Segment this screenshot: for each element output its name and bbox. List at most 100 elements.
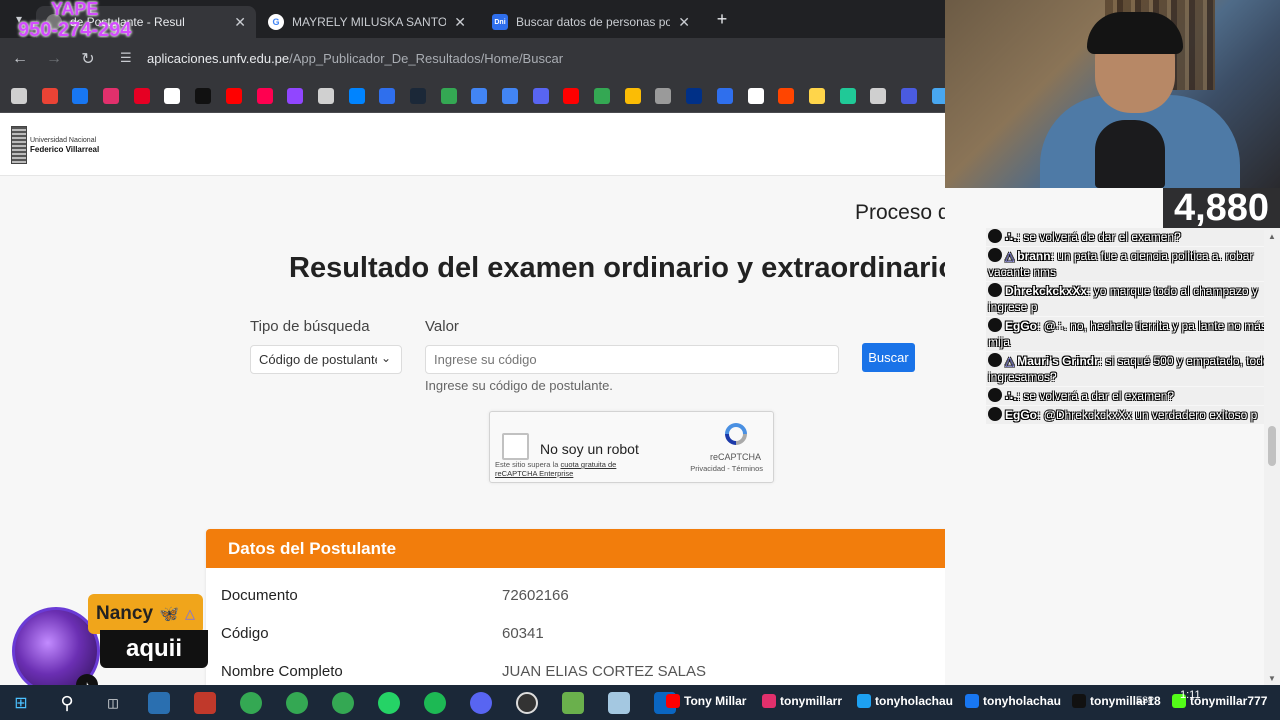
code-input[interactable] xyxy=(425,345,839,374)
close-tab-icon[interactable]: ✕ xyxy=(454,14,466,31)
bookmark-icon[interactable] xyxy=(716,88,733,104)
forward-arrow-icon[interactable]: → xyxy=(44,49,64,69)
bookmark-icon[interactable] xyxy=(256,88,273,104)
university-logo[interactable]: Universidad Nacional Federico Villarreal xyxy=(11,126,99,164)
bookmark-icon[interactable] xyxy=(563,88,580,104)
tiktok-icon xyxy=(988,353,1002,367)
recaptcha-notice-text: Este sitio supera la xyxy=(495,460,559,469)
voicemeeter-icon[interactable] xyxy=(194,692,216,714)
reload-icon[interactable]: ↻ xyxy=(78,49,98,69)
chat-username: ∴. xyxy=(1005,230,1017,244)
recaptcha-notice: Este sitio supera la cuota gratuita de r… xyxy=(495,460,645,478)
bookmark-icon[interactable] xyxy=(471,88,488,104)
row-value: JUAN ELIAS CORTEZ SALAS xyxy=(502,663,706,680)
bookmark-icon[interactable] xyxy=(195,88,212,104)
close-tab-icon[interactable]: ✕ xyxy=(678,14,690,31)
spotify-icon[interactable] xyxy=(424,692,446,714)
row-value: 60341 xyxy=(502,625,544,642)
app-icon[interactable] xyxy=(148,692,170,714)
bookmark-icon[interactable] xyxy=(287,88,304,104)
tiktok-icon xyxy=(988,229,1002,243)
scroll-up-icon[interactable]: ▲ xyxy=(1268,232,1276,241)
alert-message: aquii xyxy=(100,630,208,668)
viewer-counter: 4,880 xyxy=(1163,188,1280,228)
bookmark-icon[interactable] xyxy=(225,88,242,104)
search-icon[interactable]: ⚲ xyxy=(56,692,78,714)
back-arrow-icon[interactable]: ← xyxy=(10,49,30,69)
windows-start-icon[interactable]: ⊞ xyxy=(10,692,32,714)
url-field[interactable]: aplicaciones.unfv.edu.pe/App_Publicador_… xyxy=(147,51,563,66)
obs-icon[interactable] xyxy=(516,692,538,714)
bookmark-icon[interactable] xyxy=(103,88,120,104)
social-handle-text: tonyholachau xyxy=(983,694,1062,708)
url-path: /App_Publicador_De_Resultados/Home/Busca… xyxy=(289,51,564,66)
bookmark-icon[interactable] xyxy=(686,88,703,104)
bookmark-icon[interactable] xyxy=(41,88,58,104)
bookmark-icon[interactable] xyxy=(133,88,150,104)
bookmark-icon[interactable] xyxy=(348,88,365,104)
language-indicator[interactable]: ESP xyxy=(1136,695,1154,705)
social-handle-text: tonymillar777 xyxy=(1190,694,1268,708)
system-clock[interactable]: 1:11 xyxy=(1180,689,1201,701)
page-scrollbar[interactable]: ▲ ▼ xyxy=(1264,230,1280,685)
search-type-select[interactable]: Código de postulante ⌄ xyxy=(250,345,402,374)
bookmark-icon[interactable] xyxy=(624,88,641,104)
chat-message: △ brann: un pata fue a ciencia politica a… xyxy=(986,247,1280,281)
bookmark-icon[interactable] xyxy=(655,88,672,104)
app-icon[interactable] xyxy=(608,692,630,714)
bookmark-icon[interactable] xyxy=(72,88,89,104)
tab-dni-search[interactable]: Dni Buscar datos de personas por D ✕ xyxy=(482,6,700,38)
bookmark-icon[interactable] xyxy=(532,88,549,104)
yape-number: 950-274-294 xyxy=(18,19,132,41)
site-settings-icon[interactable]: ☰ xyxy=(120,50,138,68)
chat-text: se volverá de dar el examen? xyxy=(1023,230,1181,244)
chrome-icon[interactable] xyxy=(286,692,308,714)
tab-title: MAYRELY MILUSKA SANTOS CA xyxy=(292,15,447,29)
social-icon xyxy=(1072,694,1086,708)
chat-message: ∴.: se volverá de dar el examen? xyxy=(986,228,1280,246)
task-view-icon[interactable]: ◫ xyxy=(102,692,124,714)
bookmark-icon[interactable] xyxy=(379,88,396,104)
recaptcha-checkbox[interactable] xyxy=(502,433,529,460)
row-label: Nombre Completo xyxy=(221,663,343,680)
scroll-thumb[interactable] xyxy=(1268,426,1276,466)
bookmark-icon[interactable] xyxy=(747,88,764,104)
site-header: Universidad Nacional Federico Villarreal xyxy=(0,113,945,176)
bookmark-icon[interactable] xyxy=(870,88,887,104)
chat-username: ∴. xyxy=(1005,389,1017,403)
social-handle-text: tonymillarr xyxy=(780,694,843,708)
bookmarks-bar xyxy=(0,80,979,113)
tiktok-icon xyxy=(988,407,1002,421)
bookmark-icon[interactable] xyxy=(900,88,917,104)
chat-username: EgGo xyxy=(1005,319,1037,333)
whatsapp-icon[interactable] xyxy=(378,692,400,714)
bookmark-icon[interactable] xyxy=(317,88,334,104)
bookmark-icon[interactable] xyxy=(502,88,518,104)
bookmark-icon[interactable] xyxy=(440,88,457,104)
close-tab-icon[interactable]: ✕ xyxy=(234,14,246,31)
social-handle: Tony Millar xyxy=(666,694,746,708)
bookmark-icon[interactable] xyxy=(778,88,795,104)
bookmark-icon[interactable] xyxy=(11,88,27,104)
bookmark-icon[interactable] xyxy=(808,88,825,104)
bookmark-icon[interactable] xyxy=(409,88,426,104)
recaptcha-brand: reCAPTCHA xyxy=(709,452,761,462)
social-icon xyxy=(762,694,776,708)
chrome-icon[interactable] xyxy=(240,692,262,714)
bookmark-icon[interactable] xyxy=(164,88,181,104)
recaptcha-terms-link[interactable]: Privacidad - Términos xyxy=(690,464,763,473)
scroll-down-icon[interactable]: ▼ xyxy=(1268,674,1276,683)
bookmark-icon[interactable] xyxy=(594,88,611,104)
app-icon[interactable] xyxy=(562,692,584,714)
discord-icon[interactable] xyxy=(470,692,492,714)
google-icon: G xyxy=(268,14,284,30)
tab-google-search[interactable]: G MAYRELY MILUSKA SANTOS CA ✕ xyxy=(258,6,476,38)
new-tab-button[interactable]: + xyxy=(711,8,733,30)
yape-overlay: YAPE 950-274-294 xyxy=(18,0,131,40)
chrome-icon[interactable] xyxy=(332,692,354,714)
chat-username: brann xyxy=(1017,249,1051,263)
social-icon xyxy=(857,694,871,708)
search-button[interactable]: Buscar xyxy=(862,343,915,372)
bookmark-icon[interactable] xyxy=(839,88,856,104)
crest-icon xyxy=(11,126,27,164)
